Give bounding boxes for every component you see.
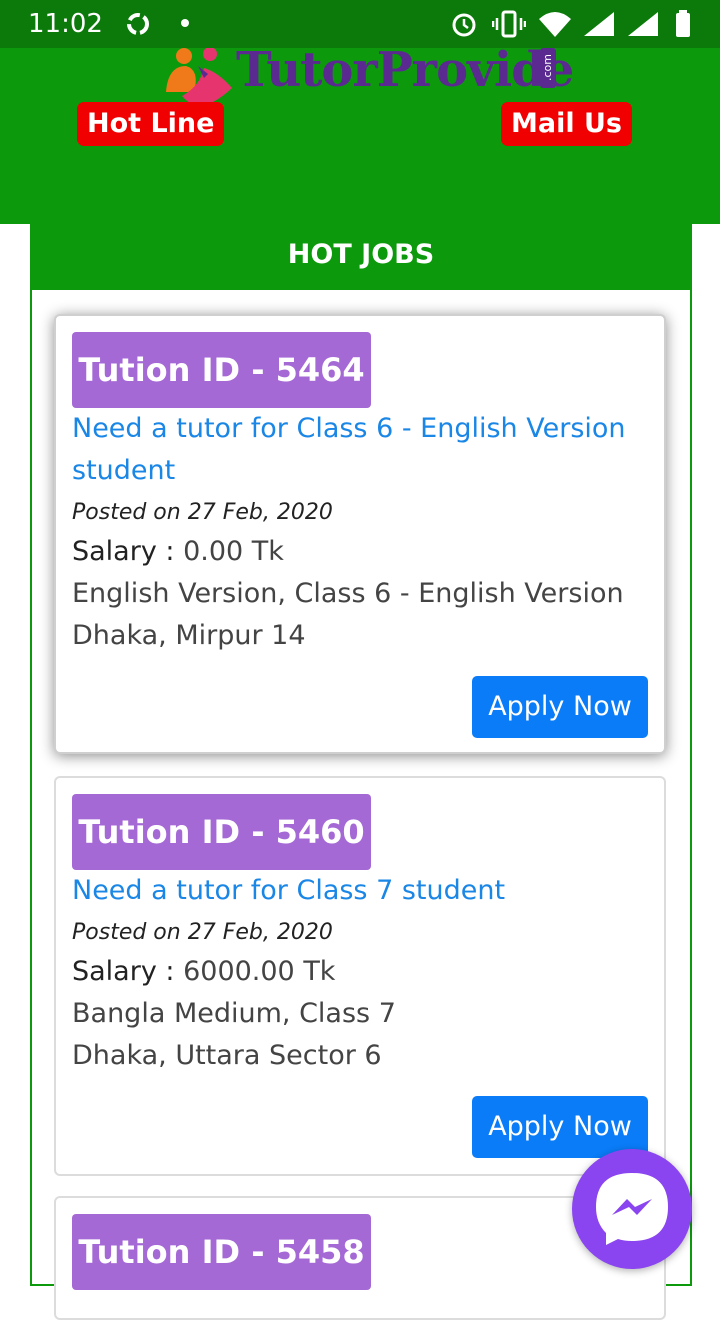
mail-us-button[interactable]: Mail Us [501, 102, 632, 146]
posted-date: Posted on 27 Feb, 2020 [72, 920, 333, 945]
tuition-id-badge[interactable]: Tution ID - 5458 [72, 1214, 371, 1290]
salary-line: Salary : 0.00 Tk [72, 536, 284, 567]
medium-class: Bangla Medium, Class 7 [72, 998, 396, 1029]
job-title-line[interactable]: Need a tutor for Class 6 - English Versi… [72, 408, 632, 450]
brand-suffix: .com [540, 48, 556, 88]
hot-jobs-panel: HOT JOBS Tution ID - 5464 Need a tutor f… [30, 224, 692, 1320]
salary-line: Salary : 6000.00 Tk [72, 956, 335, 987]
signal-icon [584, 12, 614, 36]
salary-label: Salary : [72, 956, 175, 987]
status-bar: 11:02 [0, 0, 720, 48]
job-title-link[interactable]: Need a tutor for Class 7 student [72, 870, 632, 912]
medium-class: English Version, Class 6 - English Versi… [72, 578, 624, 609]
notification-dot-icon [181, 19, 189, 27]
site-header: TutorProvide .com Hot Line Mail Us [0, 42, 720, 281]
social-links [0, 144, 720, 281]
messenger-icon [596, 1173, 668, 1245]
section-title: HOT JOBS [32, 224, 690, 290]
vibrate-icon [492, 10, 526, 38]
job-card: Tution ID - 5460 Need a tutor for Class … [54, 776, 666, 1176]
signal-icon [628, 12, 658, 36]
sync-icon [127, 13, 149, 35]
wifi-icon [539, 12, 571, 37]
messenger-chat-button[interactable] [572, 1149, 692, 1269]
posted-date: Posted on 27 Feb, 2020 [72, 500, 333, 525]
alarm-icon [452, 13, 476, 37]
tuition-id-badge[interactable]: Tution ID - 5464 [72, 332, 371, 408]
status-time: 11:02 [28, 9, 103, 39]
salary-value: 0.00 Tk [174, 536, 284, 567]
location: Dhaka, Mirpur 14 [72, 620, 306, 651]
tuition-id-badge[interactable]: Tution ID - 5460 [72, 794, 371, 870]
apply-now-button[interactable]: Apply Now [472, 676, 648, 738]
job-title-link[interactable]: Need a tutor for Class 6 - English Versi… [72, 408, 632, 492]
job-title-line[interactable]: student [72, 450, 632, 492]
location: Dhaka, Uttara Sector 6 [72, 1040, 382, 1071]
job-card: Tution ID - 5464 Need a tutor for Class … [54, 314, 666, 754]
brand-name[interactable]: TutorProvide [236, 42, 574, 98]
salary-label: Salary : [72, 536, 175, 567]
job-title-line[interactable]: Need a tutor for Class 7 student [72, 870, 632, 912]
salary-value: 6000.00 Tk [174, 956, 336, 987]
hotline-button[interactable]: Hot Line [77, 102, 225, 146]
battery-icon [676, 10, 690, 37]
